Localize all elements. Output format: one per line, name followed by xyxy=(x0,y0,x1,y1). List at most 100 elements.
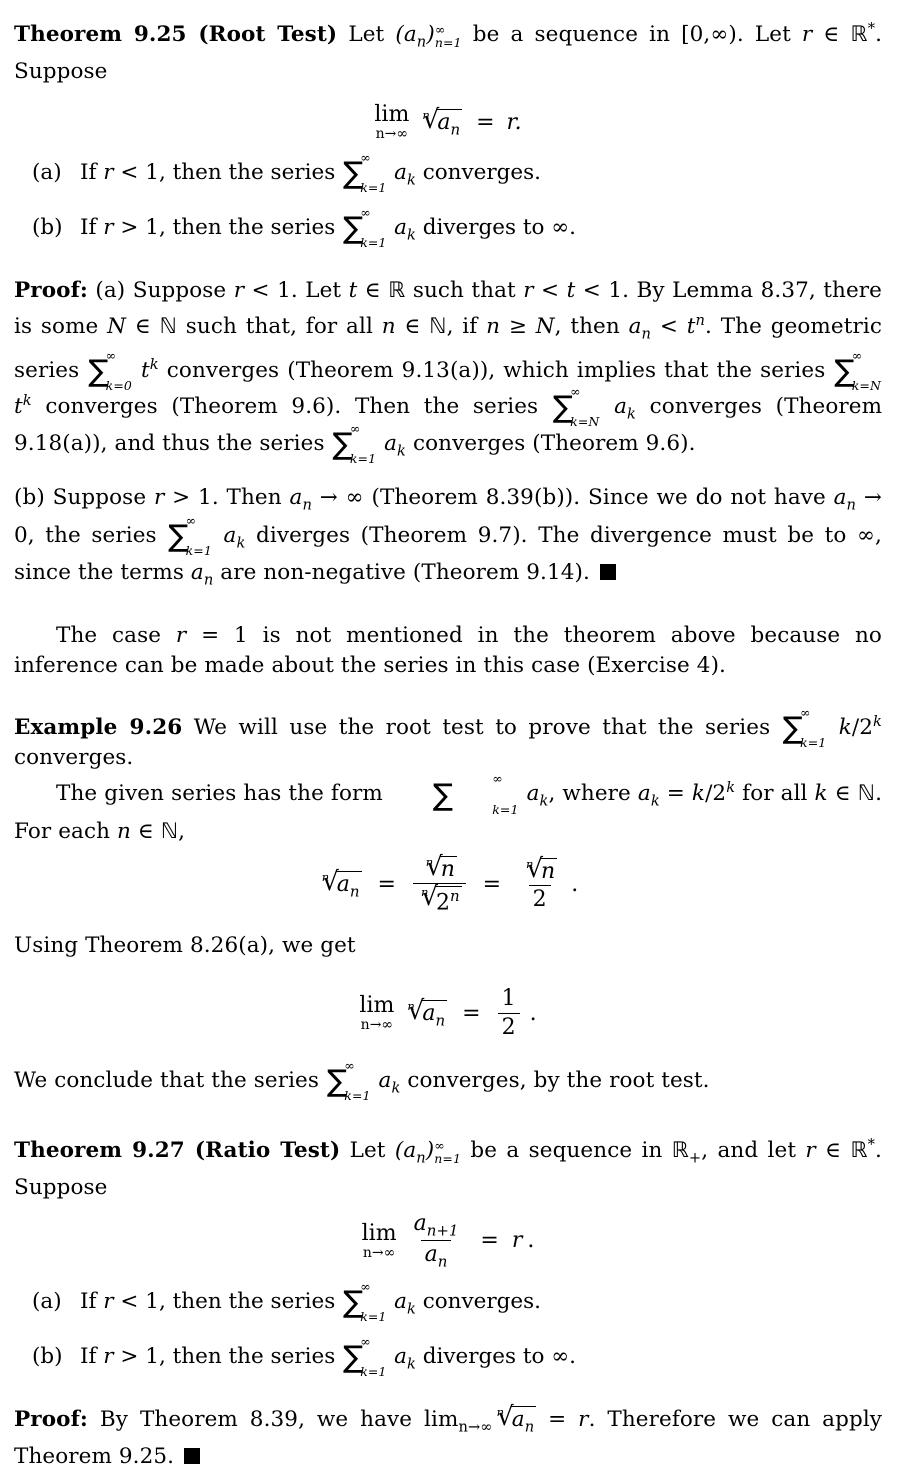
proof-9-27: Proof: By Theorem 8.39, we have limn→∞ n √… xyxy=(14,1401,883,1470)
period: . xyxy=(529,1000,537,1026)
nth-root: n √ an xyxy=(418,107,463,139)
qed-box xyxy=(184,1448,201,1465)
r-variable: r xyxy=(801,22,813,48)
real-numbers-symbol: ℝ xyxy=(850,1137,868,1163)
equals-sign-2: = xyxy=(482,872,502,898)
theorem-9-25-item-b: (b) If r > 1, then the series ∑ ∞ k=1 ak d… xyxy=(32,204,882,250)
equals-sign: = xyxy=(476,109,495,135)
theorem-9-25-statement: Theorem 9.25 (Root Test) Let (an) ∞ n=1 be… xyxy=(14,20,883,85)
limit-value: r xyxy=(511,1228,523,1254)
limit-value: r. xyxy=(506,109,522,135)
fraction-one-half: 1 2 xyxy=(497,987,520,1040)
using-theorem-8-26-line: Using Theorem 8.26(a), we get xyxy=(14,933,356,959)
summation-symbol: ∑ ∞ k=1 xyxy=(343,150,387,196)
period: . xyxy=(527,1228,535,1254)
summation-symbol: ∑ ∞ k=1 xyxy=(343,1279,387,1325)
limit-operator: lim n→∞ xyxy=(359,993,395,1034)
document-body-column: Theorem 9.25 (Root Test) Let (an) ∞ n=1 be… xyxy=(14,14,882,1472)
theorem-9-25-item-a: (a) If r < 1, then the series ∑ ∞ k=1 ak c… xyxy=(32,150,882,196)
display-equation-root-computation: n √ an = n √ n n √ 2n = n √ n 2 . xyxy=(14,853,882,916)
theorem-9-25-text-2: be a sequence in [0,∞). Let xyxy=(472,22,791,48)
summation-symbol: ∑ ∞ k=1 xyxy=(432,771,519,817)
summation-symbol: ∑ ∞ k=1 xyxy=(168,512,212,558)
summation-symbol: ∑ ∞ k=N xyxy=(834,347,882,393)
limit-operator: lim n→∞ xyxy=(361,1220,397,1261)
remark-paragraph: The case r = 1 is not mentioned in the t… xyxy=(14,623,882,679)
summation-symbol: ∑ ∞ k=N xyxy=(552,383,600,429)
limit-subscript: n→∞ xyxy=(375,126,409,143)
positive-reals-symbol: ℝ xyxy=(671,1137,689,1163)
item-text-b: If r > 1, then the series ∑ ∞ k=1 ak diver… xyxy=(80,204,576,250)
fraction-root-n-over-root-2n: n √ n n √ 2n xyxy=(412,854,466,916)
summation-symbol: ∑ ∞ k=1 xyxy=(343,1333,387,1379)
naturals-symbol: ℕ xyxy=(160,818,179,844)
nth-root-lhs: n √ an xyxy=(321,866,362,901)
radicand: an xyxy=(436,108,463,139)
summation-symbol: ∑ ∞ k=1 xyxy=(343,204,387,250)
example-9-26-intro: Example 9.26 We will use the root test t… xyxy=(14,705,882,771)
fraction-a-n-plus-1-over-a-n: an+1 an xyxy=(413,1211,459,1271)
sequence-notation: (an) xyxy=(395,22,435,51)
nth-root: n √ an xyxy=(407,995,448,1030)
proof-9-25-part-b: (b) Suppose r > 1. Then an → ∞ (Theorem … xyxy=(14,485,882,589)
fraction-root-n-over-2: n √ n 2 xyxy=(518,853,561,913)
naturals-symbol: ℕ xyxy=(159,314,177,340)
theorem-9-27-statement: Theorem 9.27 (Ratio Test) Let (an) ∞ n=1 b… xyxy=(14,1135,882,1201)
display-equation-limit-one-half: lim n→∞ n √ an = 1 2 . xyxy=(14,987,882,1040)
summation-symbol: ∑ ∞ k=1 xyxy=(326,1058,371,1104)
star-superscript: * xyxy=(867,20,876,37)
limit-label: lim xyxy=(374,102,410,128)
example-conclusion: We conclude that the series ∑ ∞ k=1 ak con… xyxy=(14,1058,710,1104)
theorem-9-27-item-b: (b) If r > 1, then the series ∑ ∞ k=1 ak d… xyxy=(32,1333,882,1379)
theorem-9-25-text-1: Let xyxy=(348,22,385,48)
summation-symbol: ∑ ∞ k=1 xyxy=(332,420,377,467)
equals-sign-1: = xyxy=(377,872,396,898)
proof-heading: Proof: xyxy=(14,1407,88,1433)
summation-symbol: ∑ ∞ k=0 xyxy=(88,347,132,393)
item-text-b: If r > 1, then the series ∑ ∞ k=1 ak diver… xyxy=(80,1333,576,1379)
nth-root-denominator: n √ 2n xyxy=(420,881,462,916)
nth-root-final: n √ n xyxy=(526,853,558,884)
proof-heading: Proof: xyxy=(14,278,88,304)
summation-symbol: ∑ ∞ k=1 xyxy=(782,705,827,751)
qed-box xyxy=(599,564,616,580)
proof-9-25-part-a: Proof: (a) Suppose r < 1. Let t ∈ ℝ such… xyxy=(14,278,883,467)
example-9-26-body: The given series has the form ∑ ∞ k=1 ak, … xyxy=(14,771,882,844)
sequence-notation: (an) xyxy=(394,1137,435,1167)
sequence-limits: ∞ n=1 xyxy=(434,1137,462,1166)
theorem-9-25-heading: Theorem 9.25 (Root Test) xyxy=(14,22,338,48)
root-index: n xyxy=(422,107,430,122)
item-label-b: (b) xyxy=(32,214,63,240)
example-9-26-heading: Example 9.26 xyxy=(14,715,183,741)
item-label-a: (a) xyxy=(32,1289,62,1315)
theorem-9-25-text-3: Suppose xyxy=(14,59,108,85)
sequence-limits: ∞ n=1 xyxy=(434,21,462,51)
limit-operator: lim n→∞ xyxy=(374,102,410,143)
real-numbers-symbol: ℝ xyxy=(850,22,868,48)
theorem-9-27-item-a: (a) If r < 1, then the series ∑ ∞ k=1 ak c… xyxy=(32,1279,882,1325)
inline-limit-operator: limn→∞ xyxy=(424,1407,493,1436)
period: . xyxy=(571,872,579,898)
item-text-a: If r < 1, then the series ∑ ∞ k=1 ak conve… xyxy=(80,1279,542,1325)
document-page: Theorem 9.25 (Root Test) Let (an) ∞ n=1 be… xyxy=(0,0,914,1469)
item-label-b: (b) xyxy=(32,1343,63,1369)
equals-sign: = xyxy=(462,1000,481,1026)
display-equation-root-limit: lim n→∞ n √ an = r. xyxy=(14,102,882,143)
item-text-a: If r < 1, then the series ∑ ∞ k=1 ak conve… xyxy=(80,150,542,196)
display-equation-ratio-limit: lim n→∞ an+1 an = r . xyxy=(14,1211,882,1271)
element-of-symbol: ∈ xyxy=(823,22,840,48)
